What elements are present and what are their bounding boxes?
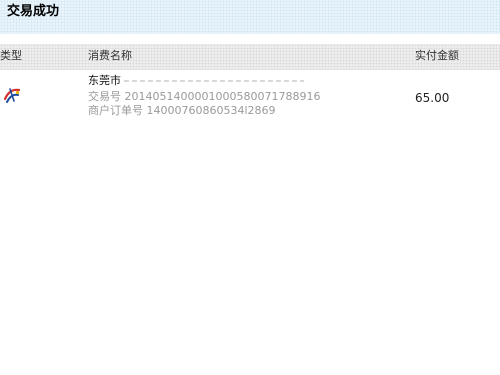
page-title: 交易成功 (7, 4, 60, 19)
table-row[interactable]: 东莞市 交易号 2014051400001000580071788916 商户订… (0, 72, 500, 122)
payment-type-icon (2, 86, 22, 104)
column-header-name: 消费名称 (88, 49, 132, 62)
column-header-amount: 实付金额 (415, 49, 459, 62)
merchant-name: 东莞市 (88, 74, 121, 87)
paid-amount: 65.00 (415, 91, 450, 105)
merchant-order-number: 商户订单号 14000760860534l2869 (88, 104, 276, 117)
page-header: 交易成功 (0, 0, 500, 34)
trade-number: 交易号 2014051400001000580071788916 (88, 90, 321, 103)
redacted-merchant-detail (120, 77, 320, 86)
table-header: 类型 消费名称 实付金额 (0, 44, 500, 70)
column-header-type: 类型 (0, 49, 22, 62)
transaction-success-page: 交易成功 类型 消费名称 实付金额 东莞市 交易号 20140514000010… (0, 0, 500, 375)
